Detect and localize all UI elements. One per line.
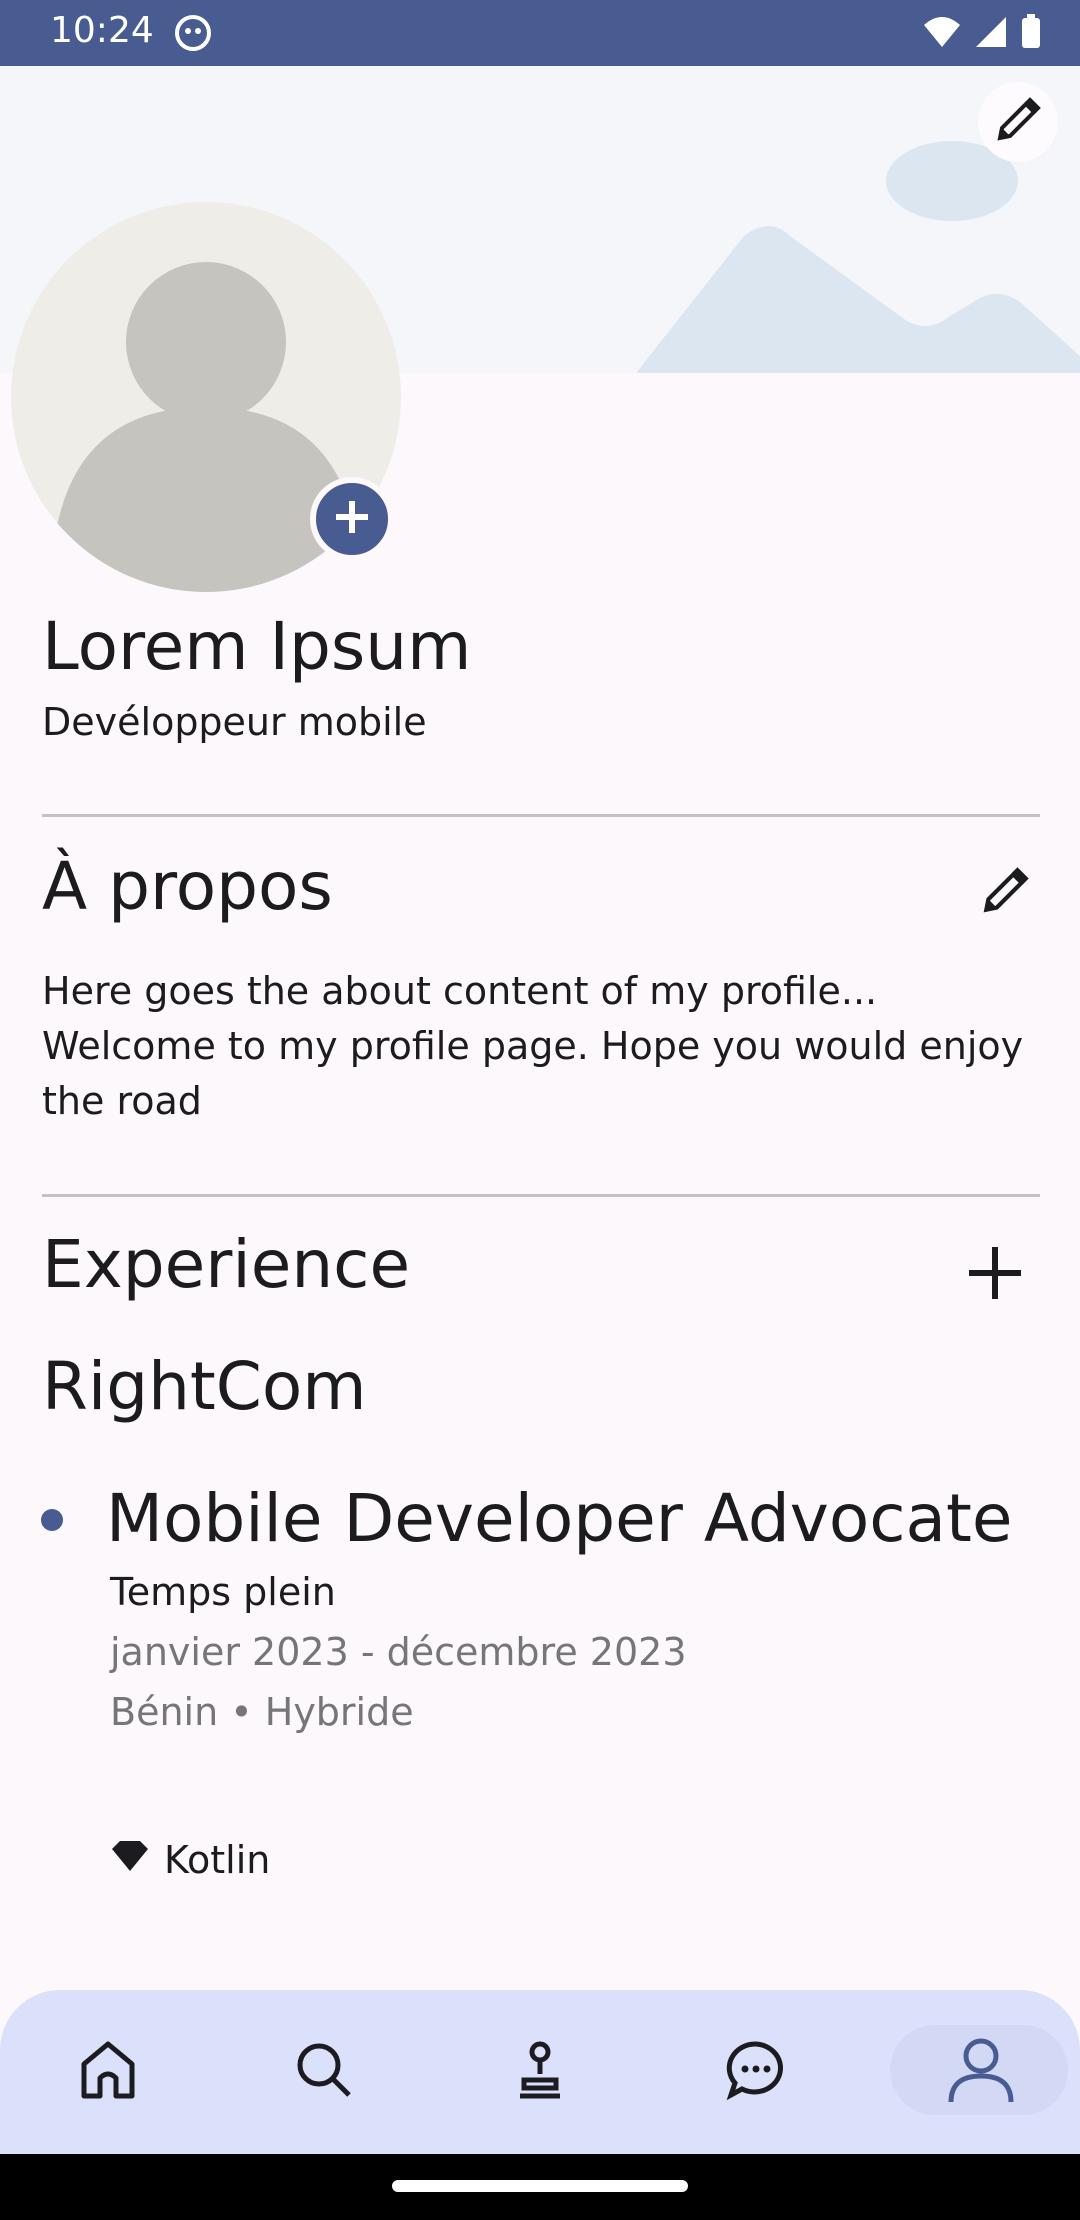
about-text: Here goes the about content of my profil… [42,969,1024,1123]
job-dates: janvier 2023 - décembre 2023 [110,1630,687,1674]
nav-chat[interactable] [648,1990,864,2154]
home-gesture-handle[interactable] [392,2180,688,2192]
status-bar: 10:24 [0,0,1080,66]
home-icon [76,2038,140,2106]
nav-home[interactable] [0,1990,216,2154]
about-title: À propos [42,848,333,925]
nav-profile[interactable] [873,1990,1080,2154]
profile-name: Lorem Ipsum [42,608,472,685]
jobs-icon [510,2040,570,2104]
chat-icon [726,2040,786,2104]
employment-type: Temps plein [110,1570,336,1614]
job-title: Mobile Developer Advocate [106,1480,1013,1557]
pencil-icon [978,864,1032,922]
bullet-point [41,1509,63,1531]
add-experience-button[interactable] [960,1240,1030,1310]
diamond-icon [110,1838,150,1882]
skill-item: Kotlin [110,1838,270,1882]
nav-search[interactable] [216,1990,432,2154]
app-notification-icon [174,14,212,56]
job-location: Bénin • Hybride [110,1690,414,1734]
company-name: RightCom [42,1348,367,1425]
experience-title: Experience [42,1226,411,1303]
profile-icon [945,2034,1017,2110]
status-icons [922,14,1042,54]
wifi-icon [922,15,962,53]
search-icon [294,2040,354,2104]
skill-label: Kotlin [164,1838,271,1882]
edit-banner-button[interactable] [978,82,1058,162]
divider [42,1194,1040,1197]
profile-headline: Devéloppeur mobile [42,700,427,744]
plus-icon [332,497,372,541]
add-photo-button[interactable] [310,477,394,561]
signal-icon [974,15,1008,53]
pencil-icon [992,94,1044,150]
plus-icon [967,1245,1023,1305]
edit-about-button[interactable] [970,858,1040,928]
status-time: 10:24 [50,10,154,51]
battery-icon [1020,14,1042,54]
divider [42,814,1040,817]
nav-jobs[interactable] [432,1990,648,2154]
